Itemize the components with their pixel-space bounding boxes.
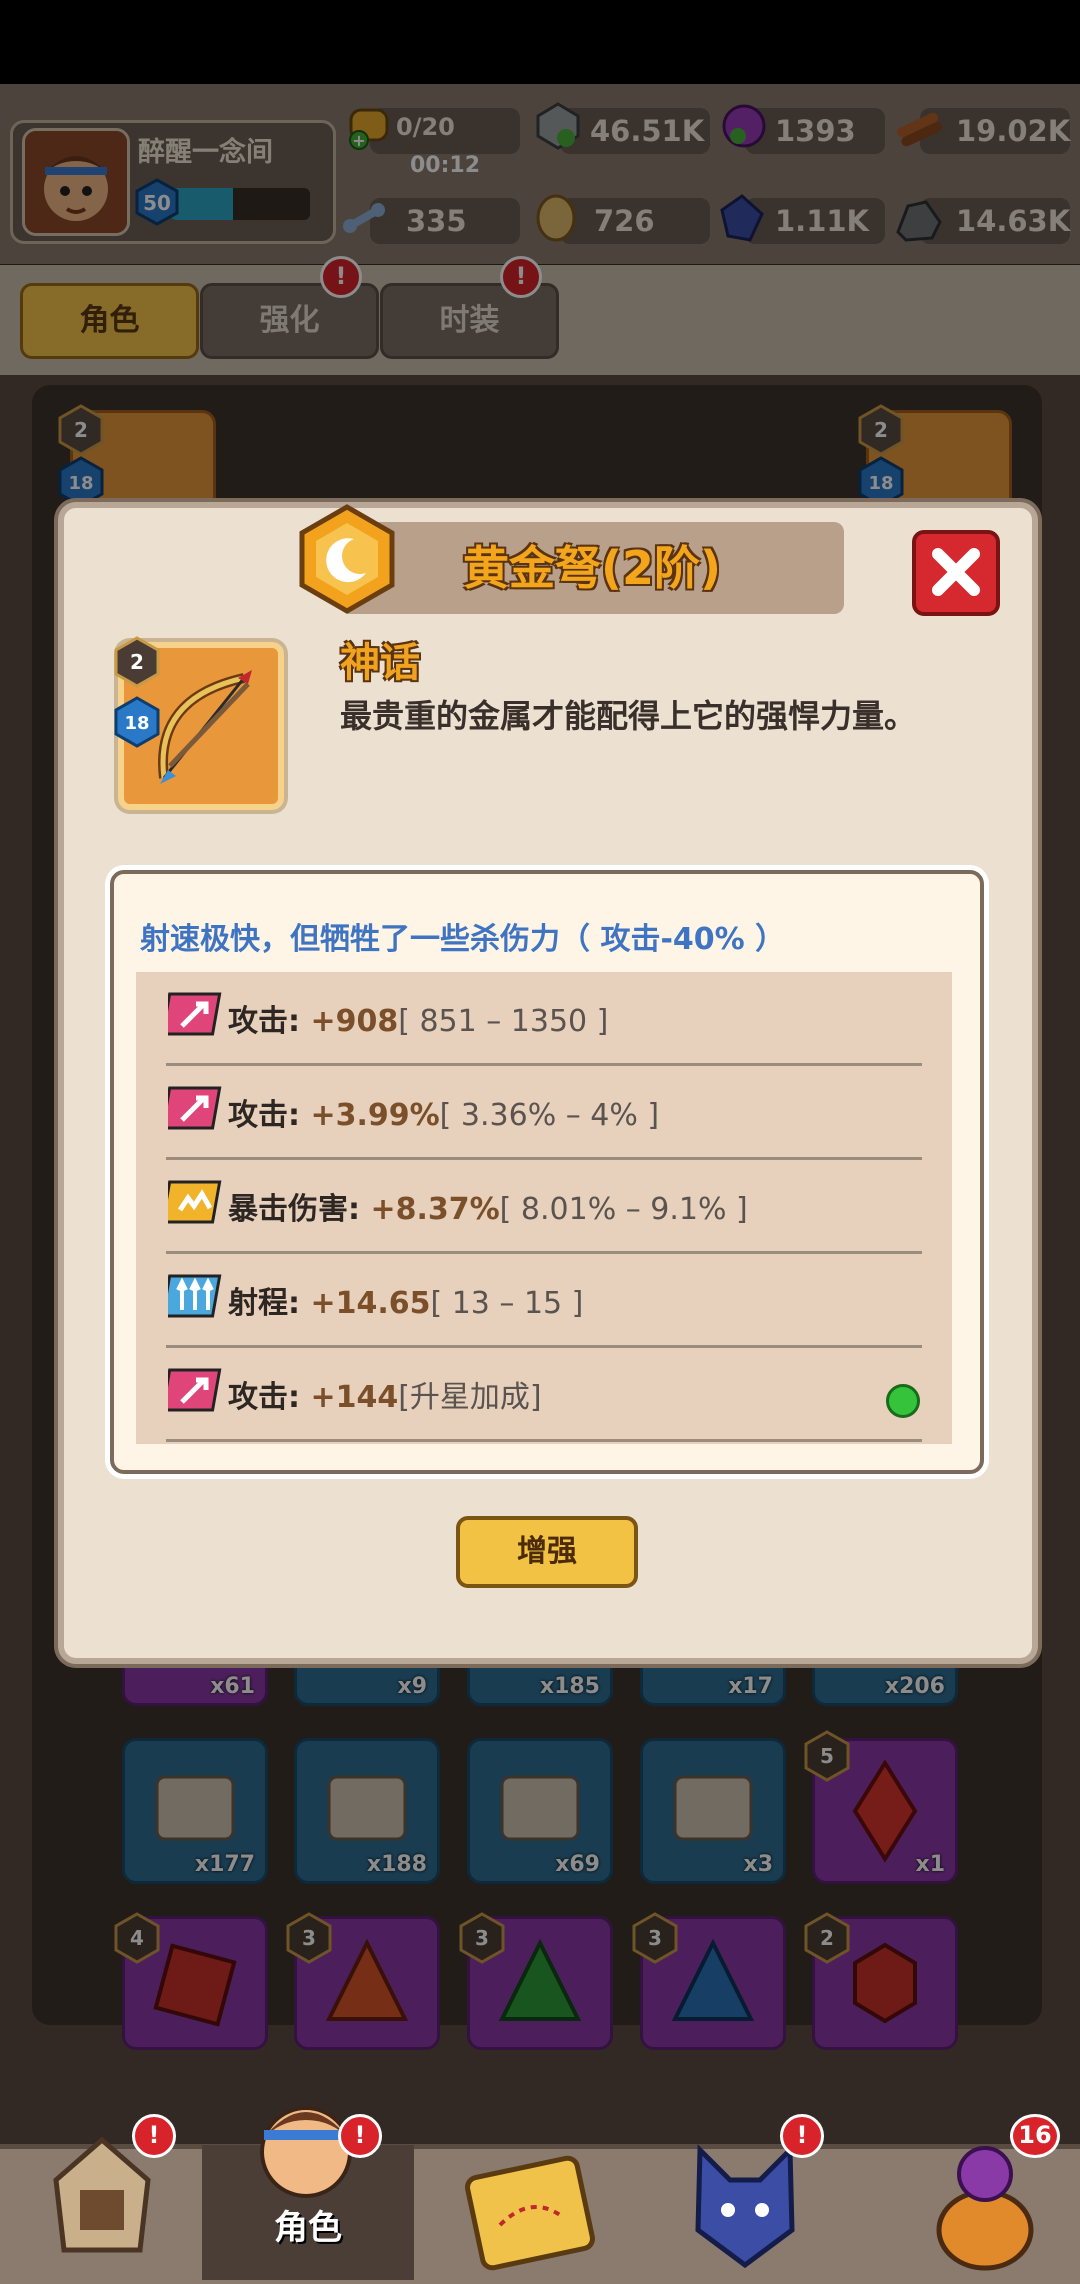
item-description: 最贵重的金属才能配得上它的强悍力量。 (340, 697, 917, 735)
item-rarity: 神话 (340, 640, 420, 686)
attack-icon (168, 1086, 222, 1130)
stat-row: 攻击: +144[升星加成] (136, 1348, 952, 1442)
modal-title: 黄金弩(2阶) (462, 541, 722, 595)
nav-bag-count-badge: 16 (1010, 2114, 1060, 2158)
svg-text:2: 2 (130, 650, 144, 674)
mythic-moon-icon (296, 503, 398, 615)
treasure-map-icon (465, 2155, 595, 2271)
range-icon (168, 1274, 222, 1318)
nav-hero-alert-badge: ! (132, 2114, 176, 2158)
close-button[interactable] (912, 530, 1000, 616)
stat-row: 攻击: +3.99%[ 3.36% – 4% ] (136, 1066, 952, 1160)
nav-map-button[interactable] (460, 2145, 600, 2275)
crit-damage-icon (168, 1180, 222, 1224)
item-tier-badge: 2 (114, 636, 160, 688)
active-indicator-dot (886, 1384, 920, 1418)
attack-icon (168, 992, 222, 1036)
nav-character-alert-badge: ! (338, 2114, 382, 2158)
status-bar (0, 0, 1080, 84)
stat-list: 攻击: +908[ 851 – 1350 ] 攻击: +3.99%[ 3.36%… (136, 972, 952, 1444)
item-level-badge: 18 (114, 696, 160, 748)
svg-text:18: 18 (124, 713, 149, 734)
close-icon (932, 548, 980, 596)
enhance-button[interactable]: 增强 (456, 1516, 638, 1588)
stat-row: 射程: +14.65[ 13 – 15 ] (136, 1254, 952, 1348)
stat-note: 射速极快，但牺牲了一些杀伤力（ 攻击-40% ） (140, 922, 786, 957)
stat-row: 暴击伤害: +8.37%[ 8.01% – 9.1% ] (136, 1160, 952, 1254)
nav-character-label: 角色 (274, 2208, 342, 2248)
attack-icon (168, 1368, 222, 1412)
stat-row: 攻击: +908[ 851 – 1350 ] (136, 972, 952, 1066)
nav-pet-alert-badge: ! (780, 2114, 824, 2158)
